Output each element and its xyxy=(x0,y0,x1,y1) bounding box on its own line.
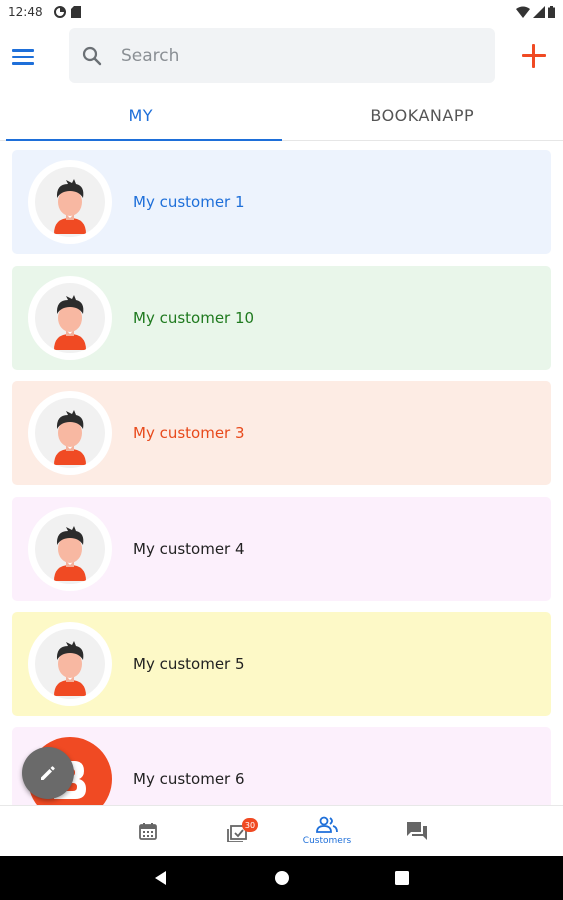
home-icon[interactable] xyxy=(272,868,292,888)
avatar xyxy=(28,391,112,475)
customer-card[interactable]: My customer 5 xyxy=(12,612,551,716)
customer-name: My customer 3 xyxy=(133,424,245,442)
menu-icon-line xyxy=(12,49,34,52)
nav-calendar[interactable] xyxy=(120,806,176,856)
nav-customers[interactable]: Customers xyxy=(299,806,355,856)
avatar xyxy=(28,160,112,244)
bottom-navigation: 30 Customers xyxy=(0,805,563,856)
nav-appointments[interactable]: 30 xyxy=(210,806,266,856)
customer-tabs: MY BOOKANAPP xyxy=(0,90,563,141)
avatar xyxy=(28,507,112,591)
search-icon xyxy=(82,46,102,65)
calendar-icon xyxy=(139,823,157,840)
search-input[interactable] xyxy=(121,45,461,66)
menu-icon-line xyxy=(12,62,34,65)
appointments-badge: 30 xyxy=(242,818,258,832)
chat-icon xyxy=(407,822,427,840)
person-avatar-icon xyxy=(54,179,86,234)
customer-list: My customer 1 My customer 10 My customer… xyxy=(0,141,563,805)
wifi-icon xyxy=(516,6,530,18)
menu-button[interactable] xyxy=(12,44,38,70)
tab-my[interactable]: MY xyxy=(0,90,282,141)
top-bar xyxy=(0,24,563,90)
edit-fab-button[interactable] xyxy=(22,747,74,799)
pencil-icon xyxy=(41,766,55,780)
customers-icon xyxy=(316,816,338,833)
customer-card[interactable]: My customer 1 xyxy=(12,150,551,254)
signal-icon xyxy=(533,6,545,18)
data-saver-icon xyxy=(53,6,66,18)
customer-card[interactable]: My customer 3 xyxy=(12,381,551,485)
status-time: 12:48 xyxy=(8,5,43,19)
battery-icon xyxy=(548,6,555,18)
customer-name: My customer 5 xyxy=(133,655,245,673)
nav-customers-label: Customers xyxy=(302,836,352,846)
customer-card[interactable]: My customer 4 xyxy=(12,497,551,601)
recents-icon[interactable] xyxy=(392,868,412,888)
customer-card[interactable]: My customer 10 xyxy=(12,266,551,370)
sd-card-icon xyxy=(70,6,81,18)
person-avatar-icon xyxy=(54,641,86,696)
customer-name: My customer 10 xyxy=(133,309,255,327)
back-icon[interactable] xyxy=(151,868,171,888)
add-customer-button[interactable] xyxy=(520,42,548,70)
person-avatar-icon xyxy=(54,295,86,350)
customer-name: My customer 1 xyxy=(133,193,245,211)
customer-name: My customer 6 xyxy=(133,770,245,788)
search-box[interactable] xyxy=(69,28,495,83)
status-bar: 12:48 xyxy=(0,0,563,24)
person-avatar-icon xyxy=(54,410,86,465)
person-avatar-icon xyxy=(54,526,86,581)
nav-chat[interactable] xyxy=(389,806,445,856)
customer-card[interactable]: My customer 6 xyxy=(12,727,551,805)
menu-icon-line xyxy=(12,55,34,59)
customer-name: My customer 4 xyxy=(133,540,245,558)
system-navigation-bar xyxy=(0,856,563,900)
avatar xyxy=(28,622,112,706)
tab-bookanapp[interactable]: BOOKANAPP xyxy=(282,90,563,140)
avatar xyxy=(28,276,112,360)
